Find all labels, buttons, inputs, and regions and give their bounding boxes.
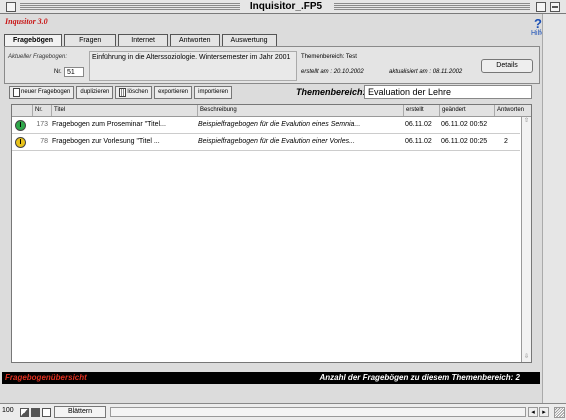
status-icon: I	[15, 137, 26, 148]
cell-description: Beispielfragebogen für die Evalution ein…	[198, 138, 355, 145]
column-header-created[interactable]: erstellt	[403, 105, 439, 116]
modified-info: aktualisiert am : 08.11.2002	[389, 69, 462, 75]
column-header-modified[interactable]: geändert	[439, 105, 494, 116]
table-row[interactable]: I 173 Fragebogen zum Proseminar "Titel..…	[12, 117, 520, 134]
column-header-description[interactable]: Beschreibung	[197, 105, 403, 116]
theme-filter-field[interactable]: Evaluation der Lehre	[364, 85, 532, 99]
overview-footer: Fragebogenübersicht Anzahl der Frageböge…	[2, 372, 540, 384]
table-vertical-scrollbar[interactable]: ⇧ ⇩	[521, 117, 531, 362]
tab-fragen[interactable]: Fragen	[64, 34, 117, 46]
modified-label: aktualisiert am :	[389, 69, 432, 75]
cell-title: Fragebogen zur Vorlesung "Titel ...	[52, 138, 160, 145]
delete-label: löschen	[127, 89, 149, 95]
nr-field[interactable]: 51	[64, 67, 84, 77]
new-questionnaire-button[interactable]: neuer Fragebogen	[9, 86, 75, 99]
questionnaire-count-label: Anzahl der Fragebögen zu diesem Themenbe…	[319, 373, 514, 382]
zoom-level[interactable]: 100	[2, 407, 18, 414]
nr-label: Nr.	[54, 69, 62, 75]
delete-button[interactable]: löschen	[115, 86, 153, 99]
cell-created: 06.11.02	[405, 121, 432, 128]
resize-grip-icon[interactable]	[554, 407, 565, 418]
column-header-title[interactable]: Titel	[51, 105, 197, 116]
zoom-icon[interactable]	[20, 408, 29, 417]
status-area-icon[interactable]	[31, 408, 40, 417]
cell-created: 06.11.02	[405, 138, 432, 145]
scroll-down-icon[interactable]: ⇩	[522, 353, 531, 362]
table-row[interactable]: I 78 Fragebogen zur Vorlesung "Titel ...…	[12, 134, 520, 151]
cell-answers: 2	[504, 138, 508, 145]
created-value: 20.10.2002	[333, 69, 364, 75]
collapse-box-button[interactable]	[550, 2, 560, 12]
modified-value: 08.11.2002	[432, 69, 463, 75]
title-bar-stripes-right	[334, 3, 530, 11]
cell-nr: 173	[36, 121, 48, 128]
app-name: Inqusitor 3.0	[5, 17, 48, 26]
trash-icon	[119, 88, 127, 97]
theme-info: Themenbereich: Test	[301, 54, 357, 60]
current-questionnaire-panel: Aktueller Fragebogen: Nr. 51 Einführung …	[4, 46, 540, 84]
mode-button[interactable]: Blättern	[54, 406, 106, 418]
table-header: Nr. Titel Beschreibung erstellt geändert…	[12, 105, 531, 117]
cell-answers	[504, 117, 518, 134]
questionnaire-toolbar: neuer Fragebogen duplizieren löschen exp…	[9, 86, 234, 99]
new-document-icon	[13, 88, 20, 97]
current-questionnaire-label: Aktueller Fragebogen:	[8, 54, 68, 60]
window-title-bar[interactable]: Inquisitor_.FP5	[0, 0, 566, 14]
layout-icon[interactable]	[42, 408, 51, 417]
window-status-bar: 100 Blättern ◂ ▸	[0, 403, 566, 420]
theme-info-label: Themenbereich:	[301, 54, 345, 60]
close-box-button[interactable]	[6, 2, 16, 12]
footer-section-title: Fragebogenübersicht	[5, 373, 87, 382]
tab-bar: Fragebögen Fragen Internet Antworten Aus…	[4, 34, 279, 46]
cell-title: Fragebogen zum Proseminar "Titel...	[52, 121, 166, 128]
horizontal-scrollbar[interactable]	[110, 407, 526, 417]
created-info: erstellt am : 20.10.2002	[301, 69, 364, 75]
column-header-nr[interactable]: Nr.	[32, 105, 51, 116]
window-title: Inquisitor_.FP5	[240, 1, 332, 12]
tab-auswertung[interactable]: Auswertung	[221, 34, 277, 46]
scroll-left-icon[interactable]: ◂	[528, 407, 538, 417]
questionnaire-count: Anzahl der Fragebögen zu diesem Themenbe…	[319, 373, 520, 382]
window-right-margin	[542, 14, 566, 403]
tab-fragebogen[interactable]: Fragebögen	[4, 34, 63, 46]
cell-nr: 78	[40, 138, 48, 145]
created-label: erstellt am :	[301, 69, 333, 75]
cell-description: Beispielfragebogen für die Evalution ein…	[198, 121, 361, 128]
details-button[interactable]: Details	[481, 59, 533, 73]
zoom-box-button[interactable]	[536, 2, 546, 12]
export-button[interactable]: exportieren	[154, 86, 193, 99]
new-questionnaire-label: neuer Fragebogen	[21, 89, 71, 95]
questionnaire-count-value: 2	[515, 373, 520, 382]
tab-antworten[interactable]: Antworten	[170, 34, 220, 46]
duplicate-button[interactable]: duplizieren	[76, 86, 114, 99]
scroll-up-icon[interactable]: ⇧	[522, 117, 531, 126]
status-icon: I	[15, 120, 26, 131]
cell-modified: 06.11.02 00:25	[441, 138, 488, 145]
description-field[interactable]: Einführung in die Alterssoziologie. Wint…	[89, 51, 297, 81]
column-header-answers[interactable]: Antworten	[494, 105, 531, 116]
title-bar-stripes-left	[20, 3, 240, 11]
theme-info-value: Test	[345, 54, 357, 60]
cell-modified: 06.11.02 00:52	[441, 121, 488, 128]
import-button[interactable]: importieren	[194, 86, 233, 99]
theme-filter-label: Themenbereich:	[296, 87, 366, 97]
tab-internet[interactable]: Internet	[118, 34, 168, 46]
scroll-right-icon[interactable]: ▸	[539, 407, 549, 417]
questionnaire-table: Nr. Titel Beschreibung erstellt geändert…	[11, 104, 532, 363]
